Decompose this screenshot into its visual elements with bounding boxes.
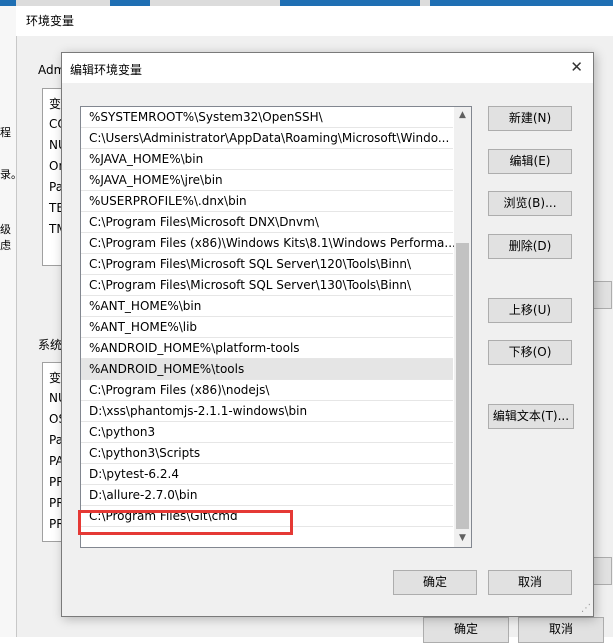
path-text: C:\Program Files (x86)\Windows Kits\8.1\… xyxy=(89,236,456,250)
path-list-scrollbar[interactable]: ▲ ▼ xyxy=(454,107,471,547)
bg-cancel-button[interactable]: 取消 xyxy=(518,617,604,643)
edit-button[interactable]: 编辑(E) xyxy=(488,149,572,174)
move-down-button[interactable]: 下移(O) xyxy=(488,340,572,365)
close-icon[interactable]: ✕ xyxy=(570,58,583,76)
environment-variables-title: 环境变量 xyxy=(26,14,75,28)
path-list-item[interactable]: D:\allure-2.7.0\bin xyxy=(81,485,453,506)
dialog-title: 编辑环境变量 xyxy=(70,63,143,77)
path-text: C:\Program Files\Microsoft DNX\Dnvm\ xyxy=(89,215,319,229)
path-text: C:\Program Files\Microsoft SQL Server\13… xyxy=(89,278,412,292)
path-text: %ANDROID_HOME%\tools xyxy=(89,362,245,376)
dialog-titlebar: 编辑环境变量 ✕ xyxy=(62,53,593,83)
left-snippet: 程 xyxy=(0,126,11,139)
system-variables-group-label: 系统 xyxy=(38,338,63,352)
path-text: C:\python3 xyxy=(89,425,156,439)
scrollbar-thumb[interactable] xyxy=(456,243,469,529)
resize-grip-icon[interactable]: ⋰ xyxy=(581,603,591,614)
edit-text-button[interactable]: 编辑文本(T)... xyxy=(488,404,574,429)
path-list-item[interactable]: %ANDROID_HOME%\platform-tools xyxy=(81,338,453,359)
path-list-item[interactable]: %JAVA_HOME%\jre\bin xyxy=(81,170,453,191)
path-text: D:\xss\phantomjs-2.1.1-windows\bin xyxy=(89,404,308,418)
path-text: C:\Program Files (x86)\nodejs\ xyxy=(89,383,270,397)
path-text: %ANDROID_HOME%\platform-tools xyxy=(89,341,300,355)
browse-button[interactable]: 浏览(B)... xyxy=(488,191,572,216)
new-button[interactable]: 新建(N) xyxy=(488,106,572,131)
path-text: %USERPROFILE%\.dnx\bin xyxy=(89,194,247,208)
path-text: C:\Users\Administrator\AppData\Roaming\M… xyxy=(89,131,450,145)
path-list-item[interactable]: %JAVA_HOME%\bin xyxy=(81,149,453,170)
path-list-item[interactable]: %ANT_HOME%\lib xyxy=(81,317,453,338)
path-text: %JAVA_HOME%\bin xyxy=(89,152,204,166)
cancel-button[interactable]: 取消 xyxy=(488,570,572,595)
path-text: %JAVA_HOME%\jre\bin xyxy=(89,173,223,187)
path-list-item[interactable]: C:\Program Files (x86)\Windows Kits\8.1\… xyxy=(81,233,456,254)
path-list-item[interactable]: D:\pytest-6.2.4 xyxy=(81,464,453,485)
left-snippet: 级虑 xyxy=(0,223,11,252)
system-variables-button-edge[interactable] xyxy=(592,557,612,585)
path-text: %ANT_HOME%\bin xyxy=(89,299,202,313)
path-list-item-selected[interactable]: %ANDROID_HOME%\tools xyxy=(81,359,453,380)
highlight-annotation-box xyxy=(78,510,293,535)
path-list-item[interactable]: C:\Program Files\Microsoft DNX\Dnvm\ xyxy=(81,212,453,233)
edit-environment-variable-dialog: 编辑环境变量 ✕ %SYSTEMROOT%\System32\OpenSSH\ … xyxy=(61,52,594,617)
list-item[interactable]: 变 xyxy=(49,95,61,112)
path-list-item[interactable]: %SYSTEMROOT%\System32\OpenSSH\ xyxy=(81,107,453,128)
path-list-item[interactable]: C:\python3 xyxy=(81,422,453,443)
path-text: C:\python3\Scripts xyxy=(89,446,201,460)
scroll-up-arrow-icon[interactable]: ▲ xyxy=(454,107,471,124)
path-list-item[interactable]: C:\python3\Scripts xyxy=(81,443,453,464)
path-list-item[interactable]: %ANT_HOME%\bin xyxy=(81,296,453,317)
scroll-down-arrow-icon[interactable]: ▼ xyxy=(454,530,471,547)
delete-button[interactable]: 删除(D) xyxy=(488,234,572,259)
ok-button[interactable]: 确定 xyxy=(393,570,477,595)
path-list-item[interactable]: C:\Users\Administrator\AppData\Roaming\M… xyxy=(81,128,453,149)
move-up-button[interactable]: 上移(U) xyxy=(488,298,572,323)
path-text: D:\pytest-6.2.4 xyxy=(89,467,179,481)
path-list-item[interactable]: D:\xss\phantomjs-2.1.1-windows\bin xyxy=(81,401,453,422)
path-text: %SYSTEMROOT%\System32\OpenSSH\ xyxy=(89,110,323,124)
bg-ok-button[interactable]: 确定 xyxy=(423,617,509,643)
list-item[interactable]: 变 xyxy=(49,369,61,386)
path-list-item[interactable]: %USERPROFILE%\.dnx\bin xyxy=(81,191,453,212)
path-text: %ANT_HOME%\lib xyxy=(89,320,198,334)
path-list-item[interactable]: C:\Program Files (x86)\nodejs\ xyxy=(81,380,453,401)
left-background-window: 程 录。 级虑 xyxy=(0,6,22,637)
path-text: D:\allure-2.7.0\bin xyxy=(89,488,198,502)
user-variables-button-edge[interactable] xyxy=(592,281,612,309)
environment-variables-titlebar xyxy=(16,6,613,36)
path-text: C:\Program Files\Microsoft SQL Server\12… xyxy=(89,257,412,271)
path-list-item[interactable]: C:\Program Files\Microsoft SQL Server\12… xyxy=(81,254,453,275)
path-list[interactable]: %SYSTEMROOT%\System32\OpenSSH\ C:\Users\… xyxy=(80,106,472,548)
path-list-item[interactable]: C:\Program Files\Microsoft SQL Server\13… xyxy=(81,275,453,296)
